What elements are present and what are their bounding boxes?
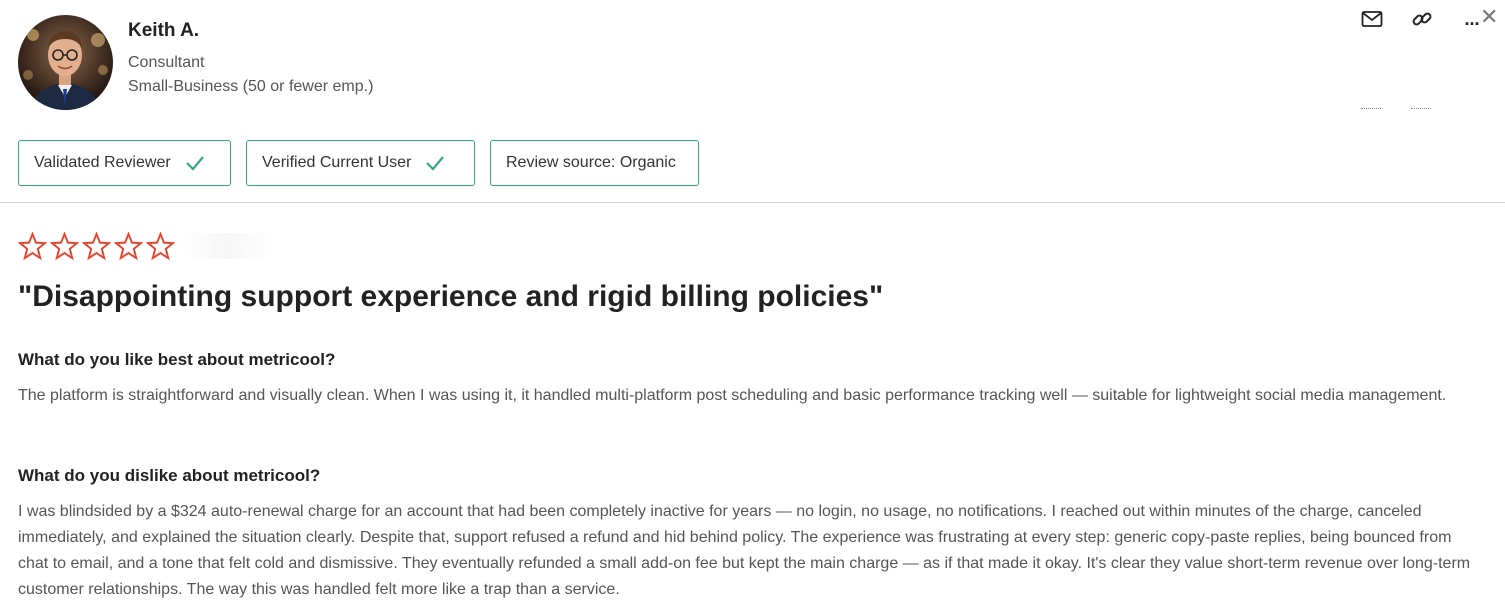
reviewer-company-size: Small-Business (50 or fewer emp.) [128,78,374,95]
rating-date-placeholder [180,233,275,259]
question-dislike: What do you dislike about metricool? [18,466,321,485]
answer-dislike: I was blindsided by a $324 auto-renewal … [18,503,1471,598]
avatar-image [18,15,113,110]
badge-validated-reviewer: Validated Reviewer [18,140,231,186]
mail-icon[interactable] [1360,8,1384,30]
reviewer-name: Keith A. [128,20,200,41]
reviewer-header: Keith A. Consultant Small-Business (50 o… [0,0,1505,203]
star-icon [50,232,79,261]
star-icon [146,232,175,261]
close-icon[interactable]: ✕ [1480,4,1498,30]
check-icon [425,155,445,171]
badge-label: Verified Current User [262,154,412,171]
star-rating [18,232,175,261]
link-icon[interactable] [1410,8,1434,30]
star-icon [114,232,143,261]
star-icon [18,232,47,261]
review-title: "Disappointing support experience and ri… [18,280,884,313]
link-tooltip-underline [1411,108,1431,109]
check-icon [185,155,205,171]
question-like-best: What do you like best about metricool? [18,350,336,369]
badge-label: Review source: Organic [506,154,676,171]
reviewer-role: Consultant [128,54,205,71]
avatar[interactable] [18,15,113,110]
mail-tooltip-underline [1361,108,1381,109]
star-icon [82,232,111,261]
badge-verified-current-user: Verified Current User [246,140,475,186]
badge-review-source: Review source: Organic [490,140,699,186]
badge-label: Validated Reviewer [34,154,171,171]
answer-like-best: The platform is straightforward and visu… [18,387,1447,404]
